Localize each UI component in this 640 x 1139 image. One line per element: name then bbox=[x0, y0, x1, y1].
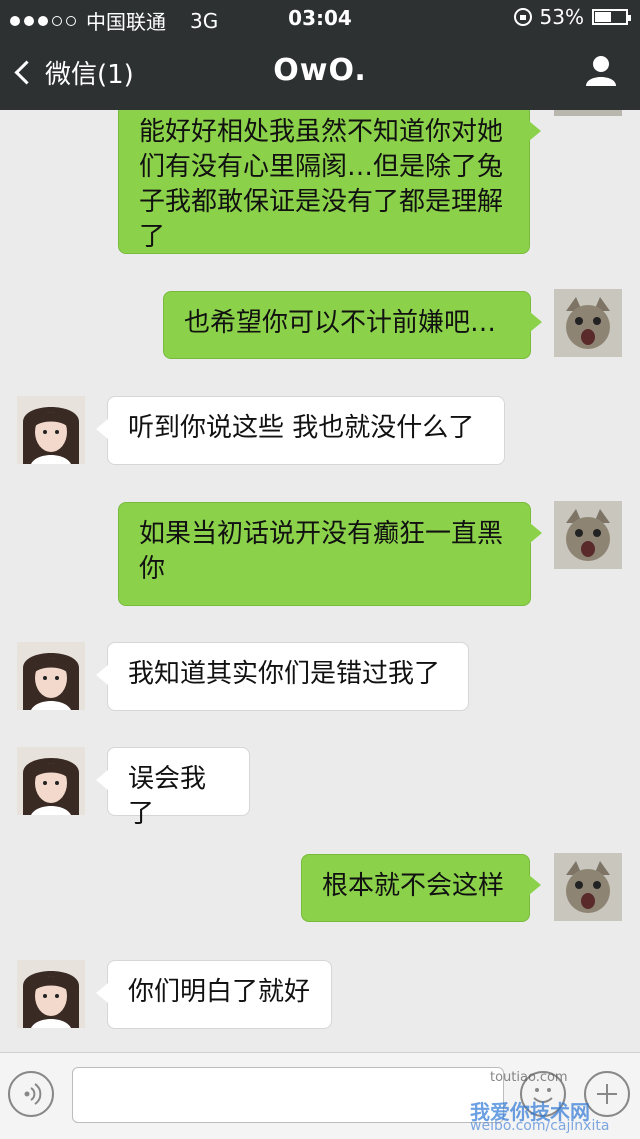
message-text: 你们明白了就好 bbox=[128, 977, 311, 1007]
person-icon[interactable] bbox=[584, 54, 618, 88]
her-avatar[interactable] bbox=[17, 642, 85, 710]
message-text: 听到你说这些 我也就没什么了 bbox=[128, 413, 475, 443]
message-text: 能好好相处我虽然不知道你对她们有没有心里隔阂…但是除了兔子我都敢保证是没有了都是… bbox=[139, 117, 504, 252]
message-bubble-me[interactable]: 能好好相处我虽然不知道你对她们有没有心里隔阂…但是除了兔子我都敢保证是没有了都是… bbox=[118, 100, 541, 254]
top-header: 中国联通 3G 03:04 53% 微信(1) OwO. bbox=[0, 0, 640, 110]
watermark-line3: weibo.com/cajinxita bbox=[470, 1118, 610, 1134]
watermark-line1: toutiao.com bbox=[490, 1070, 568, 1085]
voice-icon[interactable] bbox=[8, 1071, 54, 1117]
message-input[interactable] bbox=[72, 1067, 504, 1123]
message-bubble-her[interactable]: 误会我了 bbox=[96, 747, 250, 829]
message-bubble-me[interactable]: 如果当初话说开没有癫狂一直黑你 bbox=[118, 502, 542, 606]
message-bubble-me[interactable]: 根本就不会这样 bbox=[301, 854, 541, 922]
message-bubble-her[interactable]: 我知道其实你们是错过我了 bbox=[96, 642, 469, 711]
battery-fill bbox=[595, 12, 611, 22]
rotation-lock-icon bbox=[513, 8, 532, 26]
message-text: 也希望你可以不计前嫌吧… bbox=[184, 308, 497, 338]
status-bar: 中国联通 3G 03:04 53% bbox=[0, 0, 640, 36]
status-right: 53% bbox=[513, 5, 631, 29]
message-text: 根本就不会这样 bbox=[322, 871, 505, 901]
her-avatar[interactable] bbox=[17, 747, 85, 815]
battery-icon bbox=[592, 9, 631, 25]
watermark: toutiao.com 我爱你技术网 weibo.com/cajinxita bbox=[470, 1068, 640, 1136]
my-avatar[interactable] bbox=[554, 501, 622, 569]
nav-bar: 微信(1) OwO. bbox=[0, 36, 640, 110]
message-bubble-me[interactable]: 也希望你可以不计前嫌吧… bbox=[163, 291, 542, 359]
message-text: 误会我了 bbox=[128, 764, 207, 829]
my-avatar[interactable] bbox=[554, 853, 622, 921]
my-avatar[interactable] bbox=[554, 289, 622, 357]
her-avatar[interactable] bbox=[17, 396, 85, 464]
message-text: 如果当初话说开没有癫狂一直黑你 bbox=[139, 519, 504, 584]
her-avatar[interactable] bbox=[17, 960, 85, 1028]
message-bubble-her[interactable]: 听到你说这些 我也就没什么了 bbox=[96, 396, 505, 465]
chat-title: OwO. bbox=[273, 53, 367, 88]
message-text: 我知道其实你们是错过我了 bbox=[128, 659, 441, 689]
battery-percent: 53% bbox=[539, 5, 584, 29]
message-bubble-her[interactable]: 你们明白了就好 bbox=[96, 960, 332, 1029]
